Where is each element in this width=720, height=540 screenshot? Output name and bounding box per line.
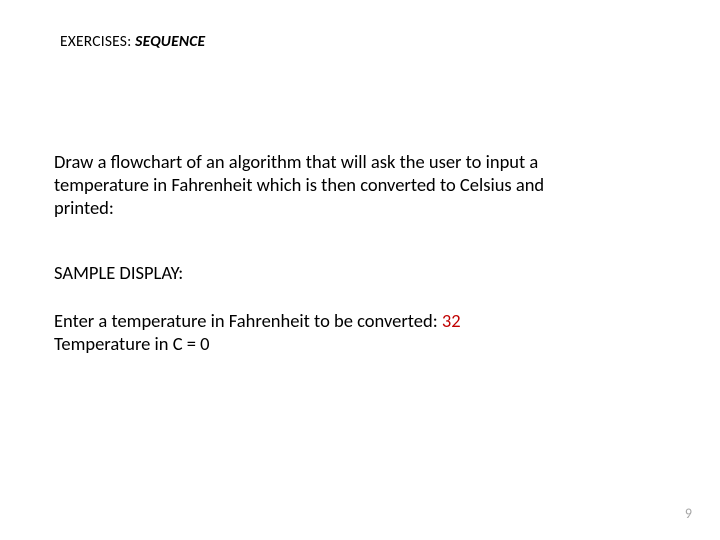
slide: EXERCISES: SEQUENCE Draw a flowchart of … [0,0,720,540]
instruction-line: Draw a flowchart of an algorithm that wi… [54,150,666,173]
slide-body: Draw a flowchart of an algorithm that wi… [54,150,666,355]
slide-title: EXERCISES: SEQUENCE [60,32,205,51]
title-label: EXERCISES: [60,32,131,51]
sample-prompt-value: 32 [442,309,461,332]
title-topic: SEQUENCE [135,32,205,51]
sample-prompt-text: Enter a temperature in Fahrenheit to be … [54,309,442,332]
sample-line: Enter a temperature in Fahrenheit to be … [54,309,666,332]
sample-line: Temperature in C = 0 [54,332,666,355]
instruction-line: temperature in Fahrenheit which is then … [54,173,666,196]
instruction-line: printed: [54,196,666,219]
sample-display-heading: SAMPLE DISPLAY: [54,261,666,284]
page-number: 9 [685,505,692,522]
